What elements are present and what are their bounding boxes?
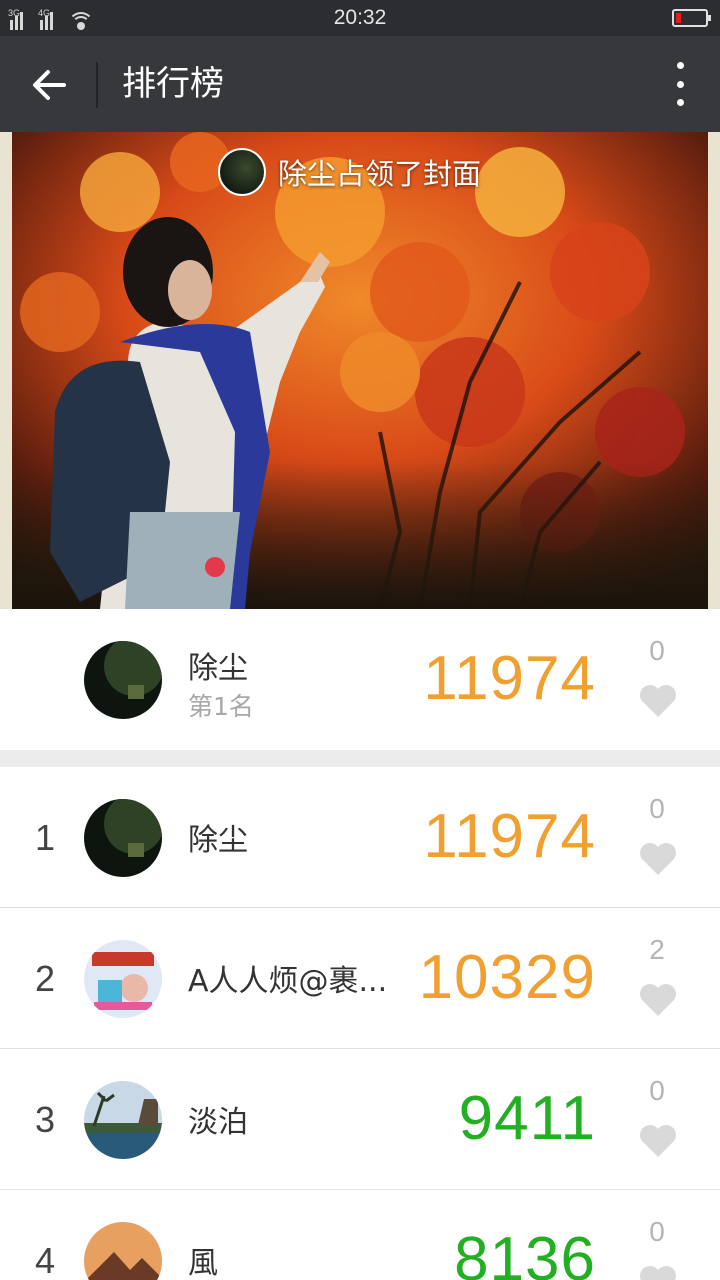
score: 8136 xyxy=(454,1225,596,1280)
score: 10329 xyxy=(418,943,596,1012)
heart-icon xyxy=(640,843,676,875)
section-divider xyxy=(0,750,720,767)
top-winner-row[interactable]: 除尘 第1名 11974 0 xyxy=(0,609,720,750)
ranking-row[interactable]: 3 淡泊 9411 0 xyxy=(0,1049,720,1190)
like-button[interactable] xyxy=(638,1123,678,1159)
winner-rank-label: 第1名 xyxy=(188,692,254,721)
more-vertical-icon xyxy=(676,62,684,69)
rank-number: 2 xyxy=(34,958,56,999)
avatar xyxy=(84,1222,162,1280)
rank-number: 1 xyxy=(34,817,56,858)
cover-owner-badge: 除尘占领了封面 xyxy=(218,148,481,196)
rank-number: 4 xyxy=(34,1240,56,1280)
heart-icon xyxy=(640,984,676,1016)
title-divider xyxy=(96,62,98,108)
like-count: 0 xyxy=(649,635,665,666)
like-count: 2 xyxy=(649,934,665,965)
heart-icon xyxy=(640,1125,676,1157)
heart-icon xyxy=(640,1266,676,1280)
like-button[interactable] xyxy=(638,982,678,1018)
avatar xyxy=(84,940,162,1018)
like-count: 0 xyxy=(649,1075,665,1106)
cover-caption: 除尘占领了封面 xyxy=(278,157,482,191)
user-name: A人人烦@裹... xyxy=(188,964,388,999)
like-button[interactable] xyxy=(638,683,678,719)
arrow-left-icon xyxy=(33,70,66,100)
winner-name: 除尘 xyxy=(188,651,248,686)
cover-frame xyxy=(0,132,720,609)
heart-icon xyxy=(640,685,676,717)
back-button[interactable] xyxy=(24,60,74,110)
like-button[interactable] xyxy=(638,1264,678,1280)
ranking-row[interactable]: 4 風 8136 0 xyxy=(0,1190,720,1280)
winner-score: 11974 xyxy=(423,644,596,713)
user-name: 風 xyxy=(188,1246,218,1280)
user-name: 除尘 xyxy=(188,823,248,858)
ranking-row[interactable]: 2 A人人烦@裹... 10329 2 xyxy=(0,908,720,1049)
like-button[interactable] xyxy=(638,841,678,877)
rank-number: 3 xyxy=(34,1099,56,1140)
user-name: 淡泊 xyxy=(188,1105,248,1140)
ranking-row[interactable]: 1 除尘 11974 0 xyxy=(0,767,720,908)
status-bar: 3G 4G 20:32 xyxy=(0,0,720,36)
title-bar: 排行榜 xyxy=(0,36,720,132)
avatar xyxy=(84,1081,162,1159)
more-options-button[interactable] xyxy=(670,62,690,106)
cover-image[interactable]: 除尘占领了封面 xyxy=(0,132,720,609)
avatar xyxy=(84,641,162,719)
like-count: 0 xyxy=(649,793,665,824)
avatar xyxy=(218,148,266,196)
avatar xyxy=(84,799,162,877)
score: 11974 xyxy=(423,802,596,871)
battery-icon xyxy=(672,9,711,27)
clock: 20:32 xyxy=(333,6,387,29)
like-count: 0 xyxy=(649,1216,665,1247)
score: 9411 xyxy=(458,1084,596,1153)
page-title: 排行榜 xyxy=(122,64,224,104)
